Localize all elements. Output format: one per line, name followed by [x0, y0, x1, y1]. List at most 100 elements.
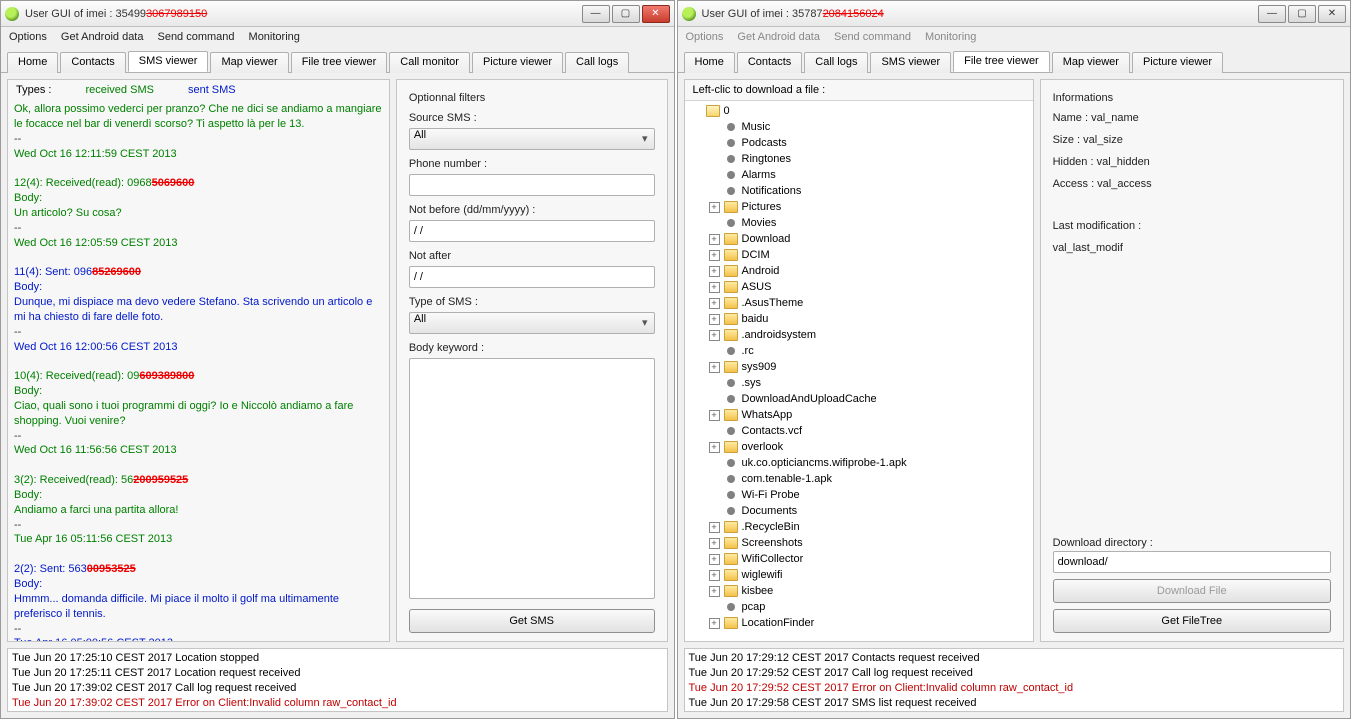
close-button[interactable]: ✕ [1318, 5, 1346, 23]
tab-home[interactable]: Home [7, 52, 58, 73]
sms-message[interactable]: 2(2): Sent: 56300953525Body:Hmmm... doma… [14, 562, 383, 641]
tree-node[interactable]: +Pictures [685, 199, 1033, 215]
tree-node[interactable]: +Download [685, 231, 1033, 247]
log-panel[interactable]: Tue Jun 20 17:25:10 CEST 2017 Location s… [7, 648, 668, 712]
tab-call-logs[interactable]: Call logs [804, 52, 868, 73]
tree-node[interactable]: Contacts.vcf [685, 423, 1033, 439]
sms-message[interactable]: 3(2): Received(read): 56200959525Body:An… [14, 473, 383, 562]
body-keyword-input[interactable] [409, 358, 655, 599]
tree-root[interactable]: 0 [685, 103, 1033, 119]
titlebar[interactable]: User GUI of imei : 354993067989150 — ▢ ✕ [1, 1, 674, 27]
menu-monitoring[interactable]: Monitoring [925, 31, 976, 43]
tab-picture-viewer[interactable]: Picture viewer [472, 52, 563, 73]
tree-node[interactable]: Alarms [685, 167, 1033, 183]
tab-contacts[interactable]: Contacts [60, 52, 125, 73]
tab-picture-viewer[interactable]: Picture viewer [1132, 52, 1223, 73]
menu-send-command[interactable]: Send command [834, 31, 911, 43]
notafter-input[interactable] [409, 266, 655, 288]
log-line: Tue Jun 20 17:29:52 CEST 2017 Call log r… [689, 666, 1340, 681]
info-hidden: Hidden : val_hidden [1053, 156, 1331, 168]
menu-monitoring[interactable]: Monitoring [249, 31, 300, 43]
menu-options[interactable]: Options [686, 31, 724, 43]
tree-node[interactable]: +.RecycleBin [685, 519, 1033, 535]
minimize-button[interactable]: — [582, 5, 610, 23]
sms-message[interactable]: 10(4): Received(read): 09609389800Body:C… [14, 369, 383, 473]
sms-message[interactable]: 11(4): Sent: 09685269600Body:Dunque, mi … [14, 265, 383, 369]
download-dir-label: Download directory : [1053, 537, 1331, 549]
log-panel[interactable]: Tue Jun 20 17:29:12 CEST 2017 Contacts r… [684, 648, 1345, 712]
get-sms-button[interactable]: Get SMS [409, 609, 655, 633]
tree-node[interactable]: Documents [685, 503, 1033, 519]
sms-viewer-content: Types : received SMS sent SMS Ok, allora… [1, 73, 674, 718]
titlebar[interactable]: User GUI of imei : 357872084156024 — ▢ ✕ [678, 1, 1351, 27]
tab-map-viewer[interactable]: Map viewer [210, 52, 288, 73]
maximize-button[interactable]: ▢ [1288, 5, 1316, 23]
tree-node[interactable]: Notifications [685, 183, 1033, 199]
window-left: User GUI of imei : 354993067989150 — ▢ ✕… [0, 0, 675, 719]
tree-node[interactable]: +.AsusTheme [685, 295, 1033, 311]
sms-list-panel: Types : received SMS sent SMS Ok, allora… [7, 79, 390, 642]
sms-message[interactable]: 12(4): Received(read): 09685069600Body:U… [14, 176, 383, 265]
tree-node[interactable]: +WhatsApp [685, 407, 1033, 423]
tree-node[interactable]: DownloadAndUploadCache [685, 391, 1033, 407]
phone-input[interactable] [409, 174, 655, 196]
menu-send-command[interactable]: Send command [157, 31, 234, 43]
maximize-button[interactable]: ▢ [612, 5, 640, 23]
tree-node[interactable]: uk.co.opticiancms.wifiprobe-1.apk [685, 455, 1033, 471]
minimize-button[interactable]: — [1258, 5, 1286, 23]
notbefore-input[interactable] [409, 220, 655, 242]
menubar: Options Get Android data Send command Mo… [1, 27, 674, 47]
tree-node[interactable]: Ringtones [685, 151, 1033, 167]
tree-node[interactable]: +LocationFinder [685, 615, 1033, 631]
tree-node[interactable]: +Android [685, 263, 1033, 279]
tab-call-logs[interactable]: Call logs [565, 52, 629, 73]
get-filetree-button[interactable]: Get FileTree [1053, 609, 1331, 633]
menu-get-android[interactable]: Get Android data [61, 31, 144, 43]
tab-sms-viewer[interactable]: SMS viewer [870, 52, 951, 73]
menu-options[interactable]: Options [9, 31, 47, 43]
app-icon [5, 7, 19, 21]
info-name: Name : val_name [1053, 112, 1331, 124]
source-select[interactable]: All [409, 128, 655, 150]
menu-get-android[interactable]: Get Android data [737, 31, 820, 43]
tree-node[interactable]: +kisbee [685, 583, 1033, 599]
sms-message[interactable]: Ok, allora possimo vederci per pranzo? C… [14, 102, 383, 176]
download-dir-input[interactable] [1053, 551, 1331, 573]
info-size: Size : val_size [1053, 134, 1331, 146]
tab-file-tree-viewer[interactable]: File tree viewer [953, 51, 1050, 72]
file-tree[interactable]: 0MusicPodcastsRingtonesAlarmsNotificatio… [685, 100, 1033, 641]
tab-contacts[interactable]: Contacts [737, 52, 802, 73]
tree-node[interactable]: +sys909 [685, 359, 1033, 375]
type-select[interactable]: All [409, 312, 655, 334]
tree-node[interactable]: Podcasts [685, 135, 1033, 151]
log-line: Tue Jun 20 17:25:10 CEST 2017 Location s… [12, 651, 663, 666]
tab-map-viewer[interactable]: Map viewer [1052, 52, 1130, 73]
tree-node[interactable]: +baidu [685, 311, 1033, 327]
sms-list[interactable]: Ok, allora possimo vederci per pranzo? C… [8, 100, 389, 641]
tree-node[interactable]: pcap [685, 599, 1033, 615]
tree-node[interactable]: +overlook [685, 439, 1033, 455]
tree-node[interactable]: +DCIM [685, 247, 1033, 263]
filters-panel: Optionnal filters Source SMS : All Phone… [396, 79, 668, 642]
tree-node[interactable]: Movies [685, 215, 1033, 231]
tab-call-monitor[interactable]: Call monitor [389, 52, 470, 73]
tree-node[interactable]: +.androidsystem [685, 327, 1033, 343]
log-line: Tue Jun 20 17:29:12 CEST 2017 Contacts r… [689, 651, 1340, 666]
tree-node[interactable]: +ASUS [685, 279, 1033, 295]
tab-home[interactable]: Home [684, 52, 735, 73]
tree-node[interactable]: .sys [685, 375, 1033, 391]
tree-node[interactable]: +wiglewifi [685, 567, 1033, 583]
tree-node[interactable]: .rc [685, 343, 1033, 359]
close-button[interactable]: ✕ [642, 5, 670, 23]
tree-node[interactable]: +Screenshots [685, 535, 1033, 551]
tabstrip: HomeContactsCall logsSMS viewerFile tree… [678, 47, 1351, 73]
tab-sms-viewer[interactable]: SMS viewer [128, 51, 209, 72]
tree-node[interactable]: Wi-Fi Probe [685, 487, 1033, 503]
info-lastmod: val_last_modif [1053, 242, 1331, 254]
tree-node[interactable]: com.tenable-1.apk [685, 471, 1033, 487]
tab-file-tree-viewer[interactable]: File tree viewer [291, 52, 388, 73]
legend-received: received SMS [85, 84, 153, 96]
tree-node[interactable]: Music [685, 119, 1033, 135]
download-file-button[interactable]: Download File [1053, 579, 1331, 603]
tree-node[interactable]: +WifiCollector [685, 551, 1033, 567]
